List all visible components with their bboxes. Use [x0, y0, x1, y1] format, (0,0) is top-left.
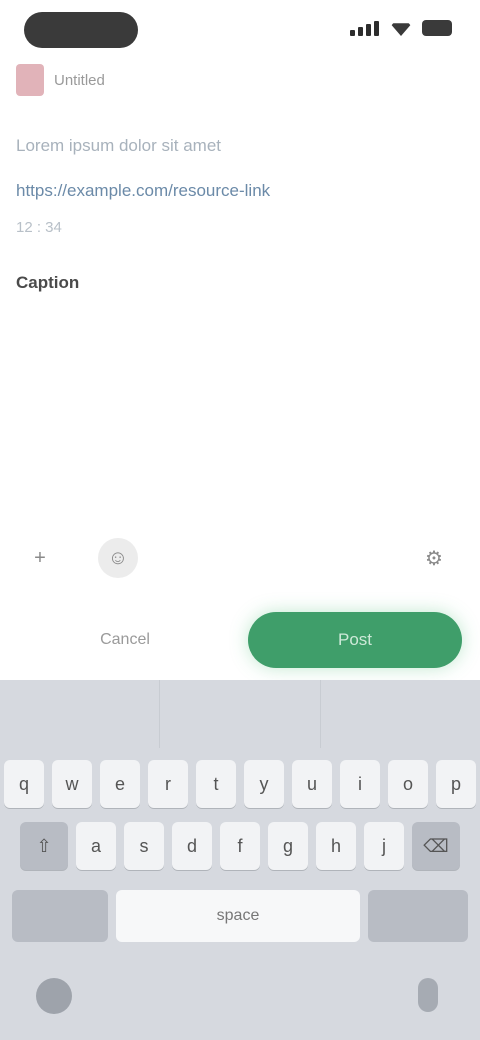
emoji-icon[interactable]: [36, 978, 72, 1014]
post-button[interactable]: Post: [248, 612, 462, 668]
key-row-1: q w e r t y u i o p: [0, 760, 480, 808]
backspace-key[interactable]: ⌫: [412, 822, 460, 870]
content-link[interactable]: https://example.com/resource-link: [16, 174, 456, 208]
status-bar: [0, 0, 480, 64]
key[interactable]: h: [316, 822, 356, 870]
app-logo-icon: [16, 64, 44, 96]
app-header: Untitled: [16, 64, 105, 96]
key[interactable]: p: [436, 760, 476, 808]
cancel-button[interactable]: Cancel: [40, 618, 210, 662]
key[interactable]: o: [388, 760, 428, 808]
key[interactable]: e: [100, 760, 140, 808]
space-key[interactable]: space: [116, 890, 360, 942]
app-name: Untitled: [54, 71, 105, 89]
status-pill: [24, 12, 138, 48]
add-icon[interactable]: +: [20, 538, 60, 578]
wifi-icon: [390, 23, 412, 36]
status-icons: [350, 20, 452, 36]
key[interactable]: q: [4, 760, 44, 808]
key[interactable]: r: [148, 760, 188, 808]
content-line: Lorem ipsum dolor sit amet: [16, 136, 222, 155]
shift-key[interactable]: ⇧: [20, 822, 68, 870]
key[interactable]: i: [340, 760, 380, 808]
key[interactable]: j: [364, 822, 404, 870]
key[interactable]: u: [292, 760, 332, 808]
key-row-2: ⇧ a s d f g h j ⌫: [0, 822, 480, 870]
settings-icon[interactable]: ⚙: [414, 538, 454, 578]
key[interactable]: w: [52, 760, 92, 808]
return-key[interactable]: [368, 890, 468, 942]
key[interactable]: d: [172, 822, 212, 870]
keyboard-footer: [0, 966, 480, 1040]
key[interactable]: f: [220, 822, 260, 870]
smile-icon[interactable]: ☺: [98, 538, 138, 578]
signal-icon: [350, 20, 380, 36]
key[interactable]: s: [124, 822, 164, 870]
suggestion-item[interactable]: [0, 680, 161, 748]
post-content[interactable]: Lorem ipsum dolor sit amet https://examp…: [16, 132, 456, 300]
suggestion-item[interactable]: [160, 680, 321, 748]
battery-icon: [422, 20, 452, 36]
keyboard: q w e r t y u i o p ⇧ a s d f g h j ⌫ sp…: [0, 680, 480, 1040]
content-line: 12 : 34: [16, 219, 62, 236]
key[interactable]: y: [244, 760, 284, 808]
content-line: Caption: [16, 273, 80, 292]
key[interactable]: t: [196, 760, 236, 808]
key[interactable]: a: [76, 822, 116, 870]
microphone-icon[interactable]: [418, 978, 438, 1012]
suggestion-bar: [0, 680, 480, 748]
suggestion-item[interactable]: [321, 680, 480, 748]
key[interactable]: g: [268, 822, 308, 870]
numbers-key[interactable]: [12, 890, 108, 942]
space-row: space: [12, 890, 468, 942]
action-row: Cancel Post: [0, 608, 480, 672]
composer-toolbar: + ☺ ⚙: [0, 530, 480, 586]
